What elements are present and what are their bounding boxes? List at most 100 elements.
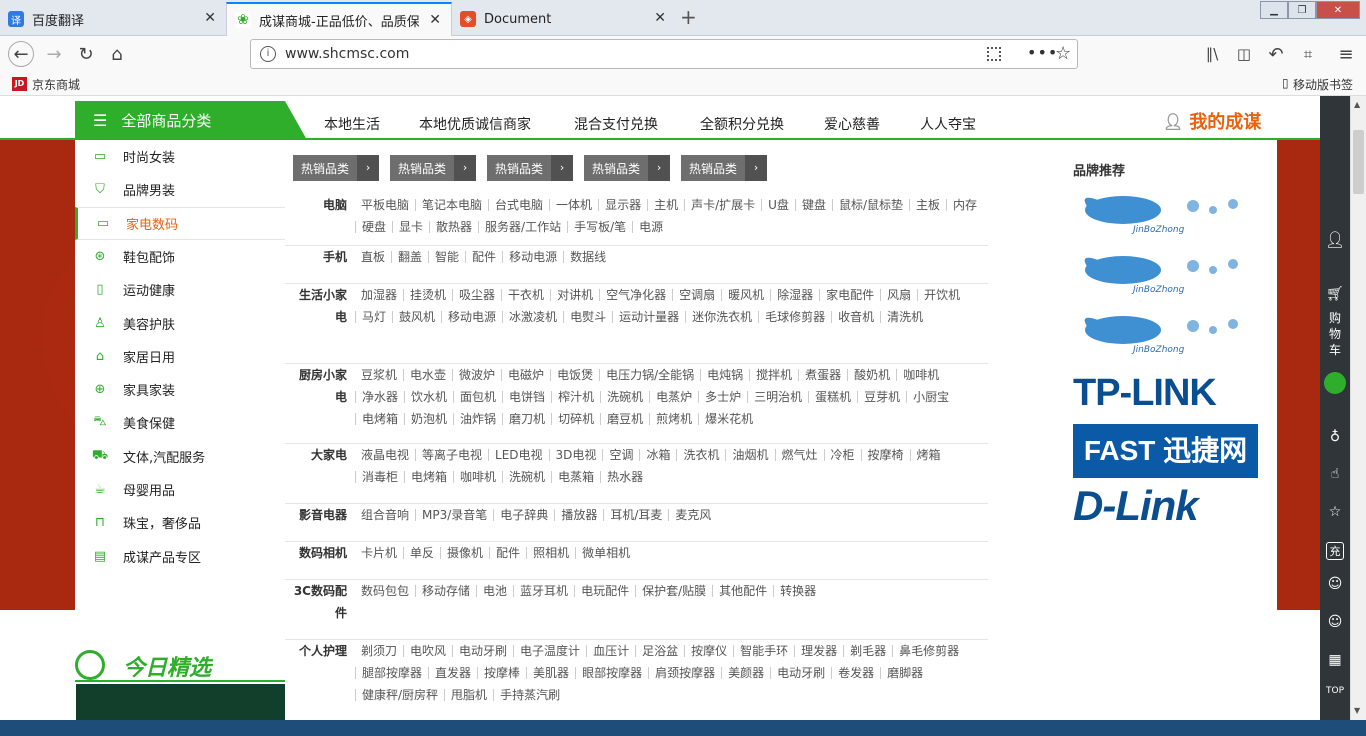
category-link[interactable]: 电磁炉 <box>501 369 550 381</box>
category-link[interactable]: 电水壶 <box>403 369 452 381</box>
category-link[interactable]: 对讲机 <box>550 289 599 301</box>
category-title[interactable]: 影音电器 <box>293 504 347 526</box>
category-link[interactable]: 豆浆机 <box>355 369 403 381</box>
tab-document[interactable]: ◈ Document ✕ <box>452 2 676 36</box>
bookmark-mobile[interactable]: 移动版书签 <box>1293 76 1353 93</box>
category-link[interactable]: 其他配件 <box>712 585 773 597</box>
category-link[interactable]: 咖啡机 <box>896 369 945 381</box>
category-link[interactable]: 电吹风 <box>403 645 452 657</box>
scroll-thumb[interactable] <box>1353 130 1364 194</box>
category-link[interactable]: 单反 <box>403 547 440 559</box>
category-link[interactable]: 硬盘 <box>355 221 392 233</box>
user-icon[interactable]: 👤︎ <box>1325 230 1345 249</box>
qr-code-icon[interactable]: ▦ <box>1325 652 1345 668</box>
category-link[interactable]: 转换器 <box>773 585 822 597</box>
tab-baidu-translate[interactable]: 译 百度翻译 ✕ <box>0 2 226 36</box>
category-link[interactable]: U盘 <box>761 199 795 211</box>
nav-link[interactable]: 混合支付兑换 <box>574 114 658 134</box>
category-link[interactable]: 冷柜 <box>823 449 861 461</box>
category-link[interactable]: 电子温度计 <box>513 645 586 657</box>
service-icon[interactable]: ☺ <box>1325 576 1345 592</box>
close-icon[interactable]: ✕ <box>654 10 666 26</box>
category-link[interactable]: 键盘 <box>794 199 832 211</box>
category-link[interactable]: 油烟机 <box>725 449 774 461</box>
sidebar-item[interactable]: ⌂ 家居日用 <box>75 340 285 373</box>
more-icon[interactable]: ••• <box>1027 43 1058 62</box>
category-link[interactable]: 磨脚器 <box>880 667 929 679</box>
screenshot-icon[interactable]: ⌗ <box>1296 42 1320 66</box>
category-link[interactable]: 电烤箱 <box>404 471 453 483</box>
category-link[interactable]: 空调扇 <box>672 289 721 301</box>
close-window-button[interactable]: ✕ <box>1316 1 1360 19</box>
category-title[interactable]: 3C数码配件 <box>293 580 347 624</box>
home-icon[interactable]: ⌂ <box>105 42 129 66</box>
category-link[interactable]: 电池 <box>476 585 513 597</box>
category-link[interactable]: 手写板/笔 <box>567 221 632 233</box>
category-link[interactable]: 磨豆机 <box>600 413 649 425</box>
category-link[interactable]: 切碎机 <box>551 413 600 425</box>
cart-label[interactable]: 购物车 <box>1325 310 1345 358</box>
category-link[interactable]: MP3/录音笔 <box>415 509 493 521</box>
category-link[interactable]: 剃毛器 <box>843 645 892 657</box>
qr-code-icon[interactable] <box>987 47 1001 61</box>
category-link[interactable]: 保护套/贴膜 <box>635 585 712 597</box>
category-link[interactable]: 眼部按摩器 <box>575 667 648 679</box>
category-title[interactable]: 数码相机 <box>293 542 347 564</box>
category-link[interactable]: 家电配件 <box>819 289 880 301</box>
category-link[interactable]: 足浴盆 <box>635 645 684 657</box>
category-link[interactable]: 直发器 <box>428 667 477 679</box>
hand-icon[interactable]: ☝ <box>1325 466 1345 482</box>
brand-logo-dlink[interactable]: D-Link <box>1073 482 1199 530</box>
category-title[interactable]: 个人护理 <box>293 640 347 662</box>
service-icon[interactable]: ☺ <box>1325 614 1345 630</box>
category-link[interactable]: 吸尘器 <box>452 289 501 301</box>
category-link[interactable]: 除湿器 <box>770 289 819 301</box>
bookmark-jd[interactable]: 京东商城 <box>32 76 80 93</box>
category-link[interactable]: 挂烫机 <box>403 289 452 301</box>
sidebar-item[interactable]: ▭ 家电数码 <box>75 206 286 240</box>
maximize-button[interactable]: ❐ <box>1288 1 1316 19</box>
category-link[interactable]: 血压计 <box>586 645 635 657</box>
category-link[interactable]: 电饭煲 <box>550 369 599 381</box>
category-link[interactable]: 按摩仪 <box>684 645 733 657</box>
today-picks-image[interactable] <box>76 684 285 720</box>
category-link[interactable]: 多士炉 <box>698 391 747 403</box>
category-link[interactable]: 烤箱 <box>909 449 947 461</box>
category-link[interactable]: 面包机 <box>453 391 502 403</box>
category-link[interactable]: 奶泡机 <box>404 413 453 425</box>
category-link[interactable]: 马灯 <box>355 311 392 323</box>
category-link[interactable]: 洗碗机 <box>600 391 649 403</box>
category-link[interactable]: 电子辞典 <box>493 509 554 521</box>
category-link[interactable]: 干衣机 <box>501 289 550 301</box>
category-link[interactable]: 液晶电视 <box>355 449 415 461</box>
category-link[interactable]: 声卡/扩展卡 <box>684 199 761 211</box>
category-link[interactable]: 电熨斗 <box>563 311 612 323</box>
category-link[interactable]: 冰激凌机 <box>502 311 563 323</box>
category-link[interactable]: 主机 <box>647 199 684 211</box>
category-link[interactable]: 油炸锅 <box>453 413 502 425</box>
nav-link[interactable]: 全额积分兑换 <box>700 114 784 134</box>
sidebar-item[interactable]: ⊕ 家具家装 <box>75 373 285 406</box>
category-link[interactable]: 台式电脑 <box>488 199 549 211</box>
category-link[interactable]: 智能 <box>428 251 465 263</box>
category-link[interactable]: 数据线 <box>563 251 612 263</box>
category-link[interactable]: 手持蒸汽刷 <box>493 689 566 701</box>
category-link[interactable]: 电动牙刷 <box>452 645 513 657</box>
scroll-down-icon[interactable]: ▼ <box>1354 706 1360 715</box>
category-link[interactable]: 移动存储 <box>415 585 476 597</box>
new-tab-icon[interactable]: + <box>680 5 697 29</box>
sidebar-item[interactable]: ⊓ 珠宝，奢侈品 <box>75 506 285 539</box>
category-link[interactable]: 内存 <box>946 199 983 211</box>
category-link[interactable]: 微单相机 <box>575 547 636 559</box>
category-link[interactable]: 咖啡机 <box>453 471 502 483</box>
category-link[interactable]: 等离子电视 <box>415 449 488 461</box>
scrollbar[interactable]: ▲ ▼ <box>1350 96 1366 720</box>
nav-link[interactable]: 人人夺宝 <box>920 114 976 134</box>
nav-link[interactable]: 爱心慈善 <box>824 114 880 134</box>
back-to-top-button[interactable]: TOP <box>1325 686 1345 696</box>
category-link[interactable]: 直板 <box>355 251 391 263</box>
category-link[interactable]: 美颜器 <box>721 667 770 679</box>
category-link[interactable]: 鼠标/鼠标垫 <box>831 199 909 211</box>
close-icon[interactable]: ✕ <box>429 12 441 28</box>
category-link[interactable]: 摄像机 <box>440 547 489 559</box>
